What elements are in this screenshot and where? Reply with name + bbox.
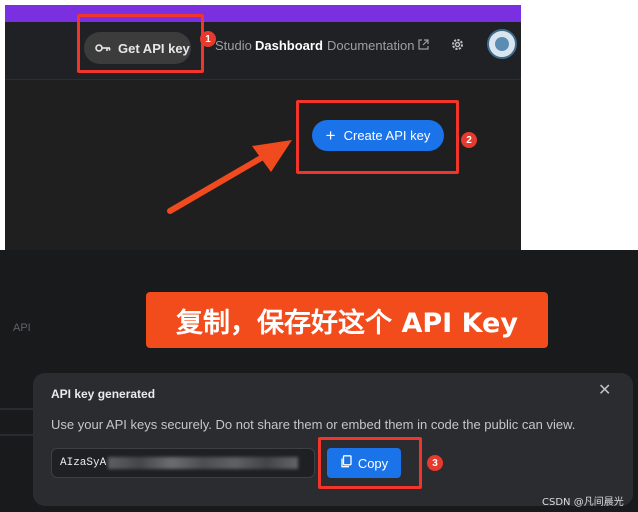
- watermark: CSDN @凡间晨光: [542, 497, 624, 508]
- step-badge-2: 2: [461, 132, 477, 148]
- instruction-banner: 复制，保存好这个 API Key: [146, 292, 548, 348]
- highlight-get-api-key: [77, 14, 204, 73]
- highlight-create-api-key: [296, 100, 459, 174]
- annotation-arrow: [167, 140, 292, 214]
- step-badge-3: 3: [427, 455, 443, 471]
- highlight-copy: [318, 437, 422, 489]
- step-badge-1: 1: [200, 31, 216, 47]
